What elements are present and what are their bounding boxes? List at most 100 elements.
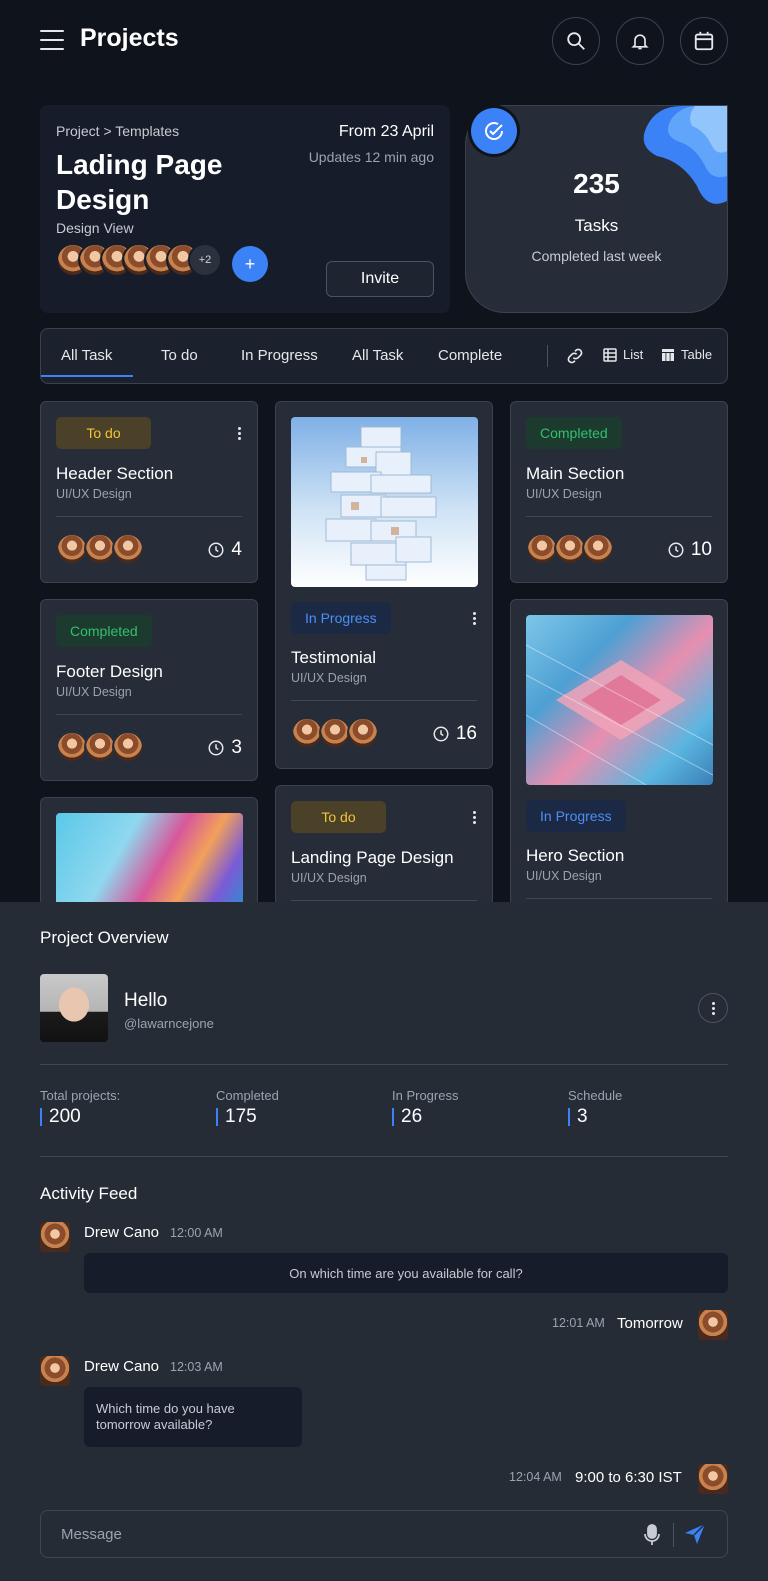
reply-message: 9:00 to 6:30 IST [575,1469,682,1486]
profile-more-button[interactable] [698,993,728,1023]
avatar [582,533,614,565]
member-avatars[interactable]: +2 [56,243,222,279]
count-value: 16 [455,723,477,744]
status-badge: Completed [56,615,152,647]
list-icon [603,347,617,362]
tasks-count: 235 [573,168,620,199]
task-card[interactable]: To do Header Section UI/UX Design 4 [40,401,258,583]
search-icon [567,32,585,50]
tab-all-task[interactable]: All Task [61,347,112,364]
message-time: 12:03 AM [170,1360,223,1374]
tab-all-task-2[interactable]: All Task [352,347,403,364]
project-date: From 23 April [338,123,434,140]
calendar-icon [694,31,714,51]
link-icon[interactable] [565,346,585,371]
divider [673,1523,674,1547]
user-handle: @lawarncejone [124,1016,214,1031]
project-subtitle: Design View [56,220,134,236]
card-image [56,813,243,908]
activity-feed-title: Activity Feed [40,1184,138,1203]
task-card[interactable]: To do Landing Page Design UI/UX Design [275,785,493,909]
add-member-button[interactable]: + [232,246,268,282]
divider [40,1064,728,1065]
card-time-count: 3 [207,737,242,759]
divider [291,900,477,901]
message-bubble: Which time do you have tomorrow availabl… [84,1387,302,1447]
search-button[interactable] [552,17,600,65]
card-category: UI/UX Design [56,487,132,501]
divider [526,898,712,899]
task-card[interactable]: In Progress Testimonial UI/UX Design 16 [275,401,493,769]
count-value: 3 [231,737,242,758]
send-icon[interactable] [683,1522,707,1551]
card-time-count: 4 [207,539,242,561]
card-avatars [56,533,144,565]
project-overview-panel: Project Overview Hello @lawarncejone Tot… [0,902,768,1581]
tab-complete[interactable]: Complete [438,347,502,364]
count-value: 4 [231,539,242,560]
divider [547,345,548,367]
tab-in-progress[interactable]: In Progress [241,347,318,364]
message-placeholder: Message [61,1526,122,1543]
message-bubble: On which time are you available for call… [84,1253,728,1293]
avatar [112,731,144,763]
card-time-count: 10 [667,539,712,561]
task-card[interactable]: Completed Main Section UI/UX Design 10 [510,401,728,583]
avatar [698,1464,728,1494]
invite-button[interactable]: Invite [326,261,434,297]
tasks-label: Tasks [574,216,619,235]
avatar [40,1356,70,1386]
card-title: Header Section [56,464,174,483]
message-time: 12:00 AM [170,1226,223,1240]
avatar [40,1222,70,1252]
status-badge: In Progress [526,800,626,832]
card-category: UI/UX Design [526,487,602,501]
more-members-badge[interactable]: +2 [188,243,222,277]
stat-label: Schedule [568,1088,623,1103]
divider [40,1156,728,1157]
stat-label: Completed [216,1088,279,1103]
avatar [112,533,144,565]
task-card[interactable] [40,797,258,909]
task-card[interactable]: Completed Footer Design UI/UX Design 3 [40,599,258,781]
card-title: Footer Design [56,662,163,681]
more-options-icon[interactable] [470,612,478,625]
task-check-button[interactable] [471,108,517,154]
active-tab-indicator [41,375,133,377]
breadcrumb[interactable]: Project > Templates [56,123,179,139]
project-updated: Updates 12 min ago [308,149,434,165]
card-time-count: 16 [432,723,477,745]
clock-icon [208,740,224,756]
status-badge: In Progress [291,602,391,634]
menu-icon[interactable] [40,30,64,50]
avatar [698,1310,728,1340]
profile-photo [40,974,108,1042]
card-category: UI/UX Design [56,685,132,699]
task-card[interactable]: In Progress Hero Section UI/UX Design [510,599,728,909]
greeting: Hello [124,990,168,1011]
count-value: 10 [690,539,712,560]
glass-tower-image [325,426,437,581]
more-options-icon[interactable] [235,427,243,440]
list-label: List [623,347,644,362]
calendar-button[interactable] [680,17,728,65]
bell-icon [631,34,649,50]
reply-message: Tomorrow [617,1315,683,1332]
card-avatars [526,533,614,565]
notifications-button[interactable] [616,17,664,65]
clock-icon [668,542,684,558]
chip-image [526,644,713,785]
message-input[interactable]: Message [40,1510,728,1558]
card-title: Main Section [526,464,625,483]
more-options-icon[interactable] [470,811,478,824]
table-view-option[interactable]: Table [661,347,712,362]
stat-value: 200 [40,1107,81,1126]
divider [526,516,712,517]
check-circle-icon [485,122,504,140]
card-category: UI/UX Design [526,869,602,883]
tab-to-do[interactable]: To do [161,347,198,364]
project-title: Lading Page Design [56,149,223,215]
task-tabs-bar: All Task To do In Progress All Task Comp… [40,328,728,384]
list-view-option[interactable]: List [603,347,643,362]
microphone-icon[interactable] [643,1524,661,1551]
